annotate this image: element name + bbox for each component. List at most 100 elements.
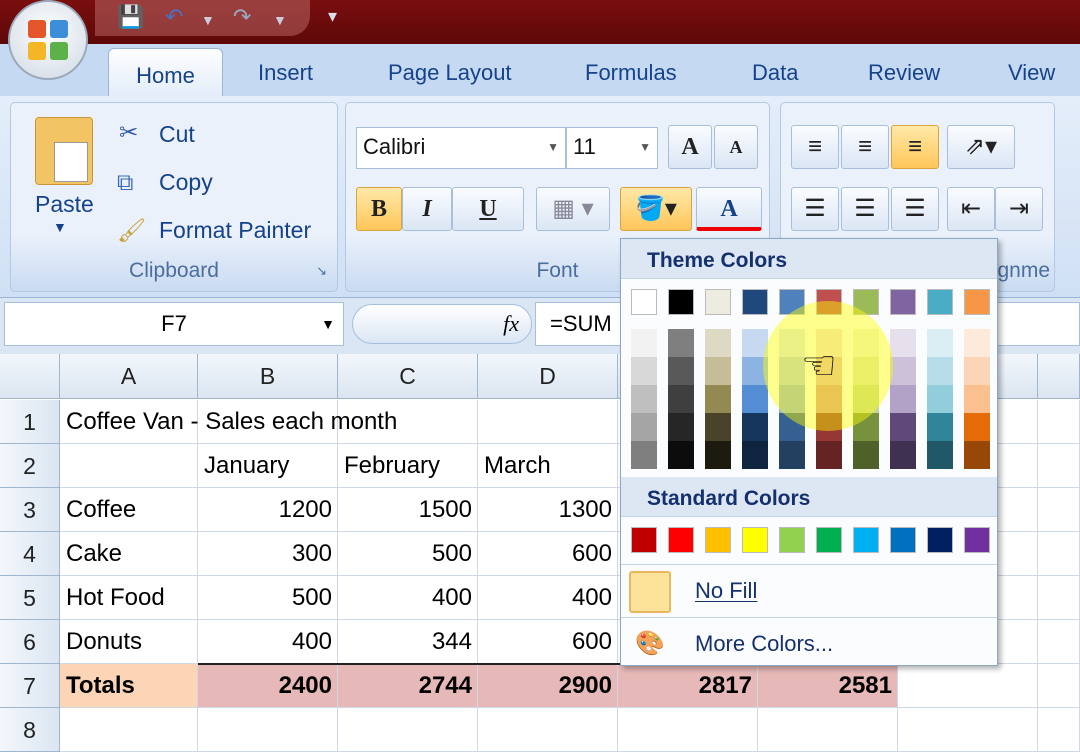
column-header[interactable]: A bbox=[60, 354, 198, 399]
tab-data[interactable]: Data bbox=[752, 60, 798, 86]
redo-icon[interactable]: ↷ bbox=[233, 4, 251, 30]
theme-color-swatch[interactable] bbox=[816, 289, 842, 315]
decrease-indent-button[interactable]: ⇤ bbox=[947, 187, 995, 231]
cell[interactable] bbox=[60, 444, 198, 488]
customize-qat-icon[interactable]: ▾ bbox=[328, 6, 337, 27]
font-size-select[interactable]: 11 ▼ bbox=[566, 127, 658, 169]
align-top-button[interactable]: ≡ bbox=[791, 125, 839, 169]
more-colors-item[interactable]: 🎨 More Colors... bbox=[621, 617, 997, 669]
theme-shade-swatch[interactable] bbox=[779, 385, 805, 413]
cell[interactable] bbox=[1038, 576, 1080, 620]
theme-shade-swatch[interactable] bbox=[779, 441, 805, 469]
theme-color-swatch[interactable] bbox=[890, 289, 916, 315]
theme-color-swatch[interactable] bbox=[927, 289, 953, 315]
font-name-select[interactable]: Calibri ▼ bbox=[356, 127, 566, 169]
name-box[interactable]: F7 ▼ bbox=[4, 302, 344, 346]
theme-shade-swatch[interactable] bbox=[742, 441, 768, 469]
select-all-corner[interactable] bbox=[0, 354, 60, 399]
no-fill-item[interactable]: No Fill bbox=[621, 564, 997, 616]
theme-shade-swatch[interactable] bbox=[853, 357, 879, 385]
cell[interactable] bbox=[1038, 400, 1080, 444]
theme-color-swatch[interactable] bbox=[742, 289, 768, 315]
align-left-button[interactable]: ☰ bbox=[791, 187, 839, 231]
theme-shade-swatch[interactable] bbox=[705, 357, 731, 385]
theme-shade-swatch[interactable] bbox=[964, 329, 990, 357]
standard-color-swatch[interactable] bbox=[890, 527, 916, 553]
bold-button[interactable]: B bbox=[356, 187, 402, 231]
grow-font-button[interactable]: A bbox=[668, 125, 712, 169]
theme-color-swatch[interactable] bbox=[779, 289, 805, 315]
font-color-button[interactable]: A bbox=[696, 187, 762, 231]
align-right-button[interactable]: ☰ bbox=[891, 187, 939, 231]
row-header[interactable]: 3 bbox=[0, 488, 60, 532]
column-header[interactable]: C bbox=[338, 354, 478, 399]
standard-color-swatch[interactable] bbox=[668, 527, 694, 553]
standard-color-swatch[interactable] bbox=[816, 527, 842, 553]
save-icon[interactable]: 💾 bbox=[117, 4, 144, 30]
theme-shade-swatch[interactable] bbox=[631, 413, 657, 441]
theme-shade-swatch[interactable] bbox=[816, 385, 842, 413]
standard-color-swatch[interactable] bbox=[927, 527, 953, 553]
row-header[interactable]: 4 bbox=[0, 532, 60, 576]
tab-insert[interactable]: Insert bbox=[258, 60, 313, 86]
theme-color-swatch[interactable] bbox=[964, 289, 990, 315]
theme-shade-swatch[interactable] bbox=[705, 385, 731, 413]
column-header[interactable] bbox=[1038, 354, 1080, 399]
paste-dropdown-icon[interactable]: ▼ bbox=[53, 219, 67, 235]
theme-shade-swatch[interactable] bbox=[964, 413, 990, 441]
paste-button[interactable]: Paste bbox=[35, 191, 94, 218]
theme-shade-swatch[interactable] bbox=[668, 329, 694, 357]
theme-shade-swatch[interactable] bbox=[816, 413, 842, 441]
cell[interactable] bbox=[1038, 708, 1080, 752]
cell[interactable] bbox=[478, 708, 618, 752]
tab-page-layout[interactable]: Page Layout bbox=[388, 60, 512, 86]
theme-shade-swatch[interactable] bbox=[890, 385, 916, 413]
undo-dropdown-icon[interactable]: ▼ bbox=[201, 12, 215, 28]
theme-shade-swatch[interactable] bbox=[742, 329, 768, 357]
theme-shade-swatch[interactable] bbox=[964, 441, 990, 469]
borders-button[interactable]: ▦ ▾ bbox=[536, 187, 610, 231]
theme-color-swatch[interactable] bbox=[668, 289, 694, 315]
theme-shade-swatch[interactable] bbox=[853, 329, 879, 357]
theme-shade-swatch[interactable] bbox=[705, 413, 731, 441]
row-header[interactable]: 8 bbox=[0, 708, 60, 752]
paste-icon[interactable] bbox=[35, 117, 93, 185]
theme-color-swatch[interactable] bbox=[631, 289, 657, 315]
row-header[interactable]: 7 bbox=[0, 664, 60, 708]
standard-color-swatch[interactable] bbox=[964, 527, 990, 553]
theme-shade-swatch[interactable] bbox=[668, 385, 694, 413]
cell[interactable] bbox=[618, 708, 758, 752]
theme-shade-swatch[interactable] bbox=[964, 357, 990, 385]
theme-shade-swatch[interactable] bbox=[705, 329, 731, 357]
underline-button[interactable]: U bbox=[452, 187, 524, 231]
row-header[interactable]: 5 bbox=[0, 576, 60, 620]
theme-shade-swatch[interactable] bbox=[668, 357, 694, 385]
align-bottom-button[interactable]: ≡ bbox=[891, 125, 939, 169]
row-header[interactable]: 6 bbox=[0, 620, 60, 664]
theme-shade-swatch[interactable] bbox=[742, 413, 768, 441]
increase-indent-button[interactable]: ⇥ bbox=[995, 187, 1043, 231]
redo-dropdown-icon[interactable]: ▼ bbox=[273, 12, 287, 28]
column-header[interactable]: D bbox=[478, 354, 618, 399]
theme-shade-swatch[interactable] bbox=[668, 441, 694, 469]
theme-shade-swatch[interactable] bbox=[927, 385, 953, 413]
fill-color-button[interactable]: 🪣▾ bbox=[620, 187, 692, 231]
theme-shade-swatch[interactable] bbox=[631, 357, 657, 385]
shrink-font-button[interactable]: A bbox=[714, 125, 758, 169]
insert-function-button[interactable]: fx bbox=[503, 311, 519, 337]
theme-shade-swatch[interactable] bbox=[779, 413, 805, 441]
theme-shade-swatch[interactable] bbox=[705, 441, 731, 469]
cell[interactable] bbox=[338, 708, 478, 752]
italic-button[interactable]: I bbox=[402, 187, 452, 231]
dialog-launcher-icon[interactable]: ↘ bbox=[316, 263, 327, 279]
cell[interactable] bbox=[898, 664, 1038, 708]
tab-review[interactable]: Review bbox=[868, 60, 940, 86]
cell[interactable] bbox=[1038, 488, 1080, 532]
theme-shade-swatch[interactable] bbox=[742, 385, 768, 413]
tab-home[interactable]: Home bbox=[108, 48, 223, 96]
theme-shade-swatch[interactable] bbox=[927, 413, 953, 441]
cell[interactable] bbox=[898, 708, 1038, 752]
format-painter-button[interactable]: Format Painter bbox=[159, 217, 311, 244]
standard-color-swatch[interactable] bbox=[631, 527, 657, 553]
standard-color-swatch[interactable] bbox=[705, 527, 731, 553]
